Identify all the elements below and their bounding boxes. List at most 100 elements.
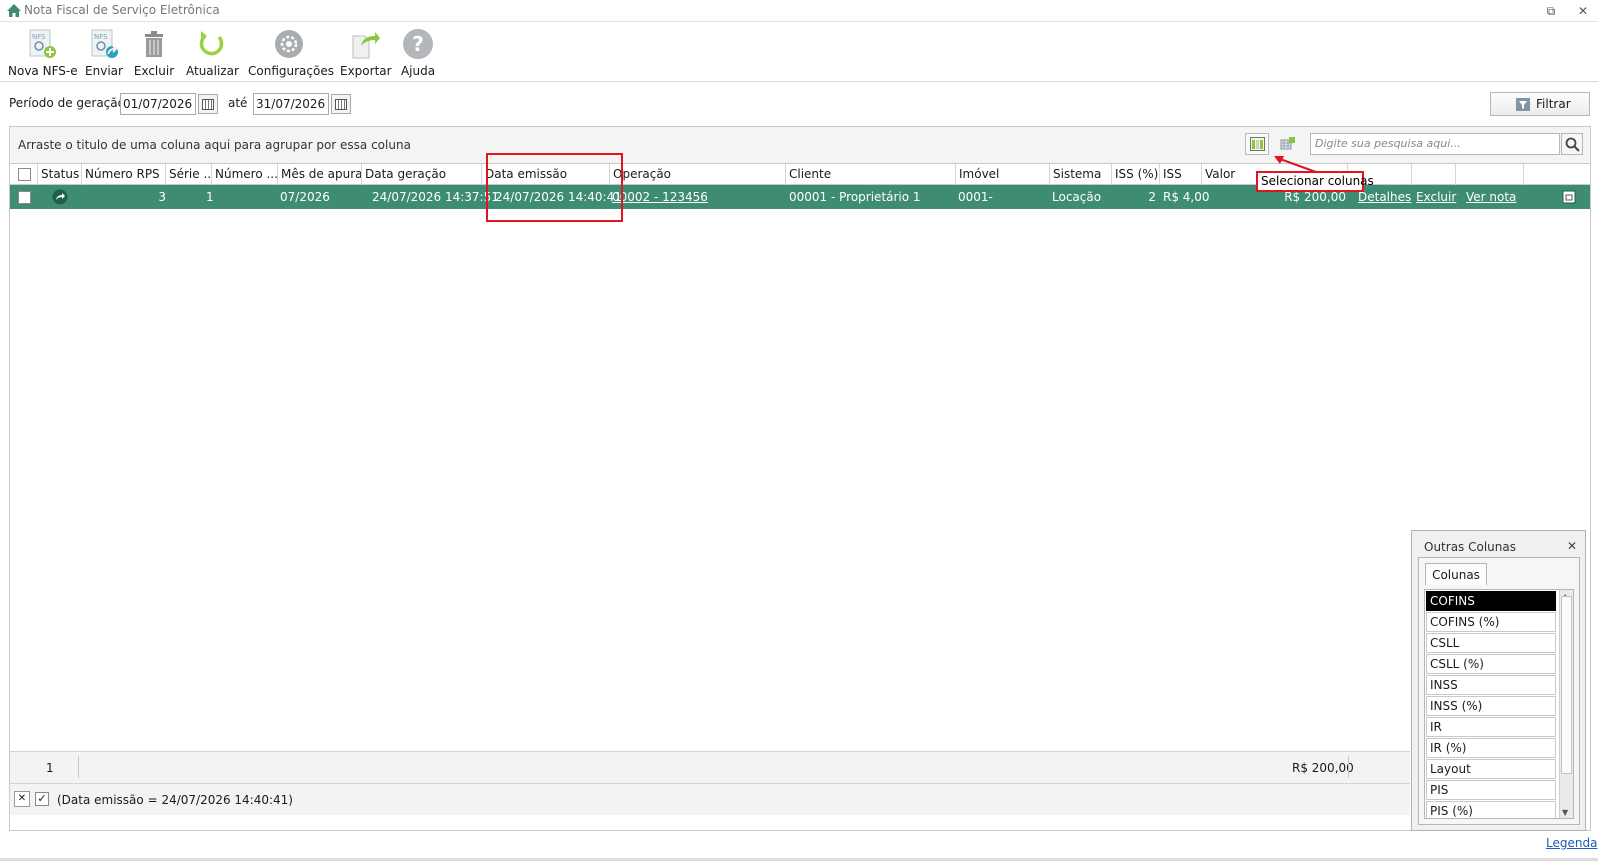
cell-mes: 07/2026 [280,190,330,204]
list-item[interactable]: IR [1426,717,1556,737]
columns-icon [1250,137,1265,151]
detalhes-link[interactable]: Detalhes [1358,190,1411,204]
col-operacao[interactable]: Operação [610,164,786,185]
col-cliente[interactable]: Cliente [786,164,956,185]
document-icon[interactable] [1562,190,1576,204]
list-item[interactable]: COFINS (%) [1426,612,1556,632]
row-checkbox[interactable] [18,191,31,204]
list-item[interactable]: PIS (%) [1426,801,1556,818]
col-serie[interactable]: Série ... [166,164,212,185]
col-mes-apuracao[interactable]: Mês de apura... [278,164,362,185]
cell-numero-rps: 3 [158,190,166,204]
list-scrollbar[interactable]: ▲ ▼ [1559,590,1573,818]
period-to-input[interactable]: 31/07/2026 [253,93,329,115]
footer-divider [78,756,79,778]
excluir-link[interactable]: Excluir [1416,190,1456,204]
svg-text:NFS: NFS [32,33,46,41]
cell-iss-pct: 2 [1148,190,1156,204]
export-button[interactable]: Exportar [340,26,392,80]
help-button[interactable]: ? Ajuda [400,26,436,80]
annotation-arrow [1274,156,1317,173]
tooltip-selecionar-colunas: Selecionar colunas [1256,171,1374,192]
cell-valor: R$ 200,00 [1284,190,1346,204]
list-item[interactable]: CSLL (%) [1426,654,1556,674]
new-nfse-icon: NFS [29,29,56,58]
sent-status-icon [52,189,68,205]
close-icon[interactable]: ✕ [1576,4,1590,18]
group-panel[interactable]: Arraste o titulo de uma coluna aqui para… [10,127,1590,163]
filter-button[interactable]: Filtrar [1490,92,1590,116]
cell-iss: R$ 4,00 [1163,190,1210,204]
gear-icon [275,30,303,58]
filter-label: Filtrar [1536,97,1571,111]
list-item[interactable]: CSLL [1426,633,1556,653]
col-status[interactable]: Status [38,164,82,185]
help-icon: ? [403,29,433,59]
send-button[interactable]: NFS Enviar [84,26,124,80]
list-item[interactable]: PIS [1426,780,1556,800]
close-icon[interactable]: ✕ [1567,539,1577,553]
select-all-checkbox[interactable] [18,168,31,181]
search-input[interactable]: Digite sua pesquisa aqui... [1310,133,1560,155]
calendar-icon [335,99,347,110]
settings-button[interactable]: Configurações [248,26,334,80]
list-item[interactable]: Layout [1426,759,1556,779]
new-nfse-label: Nova NFS-e [8,64,78,78]
refresh-label: Atualizar [186,64,239,78]
filter-enabled-checkbox[interactable]: ✓ [35,792,49,806]
export-icon [352,32,380,59]
grid-options-icon[interactable] [1280,136,1296,150]
home-icon [7,4,21,17]
search-button[interactable] [1561,133,1583,155]
ver-nota-link[interactable]: Ver nota [1466,190,1516,204]
help-label: Ajuda [400,64,436,78]
select-all-cell [10,164,38,185]
period-from-input[interactable]: 01/07/2026 [120,93,196,115]
restore-icon[interactable]: ⧉ [1544,4,1558,18]
nfse-grid: Arraste o titulo de uma coluna aqui para… [9,126,1591,831]
cell-operacao-link[interactable]: 00002 - 123456 [612,190,708,204]
col-ver-nota [1456,164,1524,185]
col-sistema[interactable]: Sistema [1050,164,1112,185]
clear-filter-button[interactable]: ✕ [14,791,30,807]
period-label: Período de geração: [9,96,130,110]
hidden-columns-list: COFINS COFINS (%) CSLL CSLL (%) INSS INS… [1424,589,1574,819]
col-numero-rps[interactable]: Número RPS [82,164,166,185]
title-bar: Nota Fiscal de Serviço Eletrônica ⧉ ✕ [0,0,1598,22]
calendar-from-button[interactable] [198,94,218,114]
window-title: Nota Fiscal de Serviço Eletrônica [24,3,220,17]
list-item[interactable]: COFINS [1426,591,1556,611]
new-nfse-button[interactable]: NFS Nova NFS-e [8,26,78,80]
delete-button[interactable]: Excluir [132,26,176,80]
col-iss[interactable]: ISS [1160,164,1202,185]
tab-colunas[interactable]: Colunas [1425,563,1487,585]
send-icon: NFS [91,29,118,58]
column-chooser-button[interactable] [1245,133,1269,155]
list-item[interactable]: INSS (%) [1426,696,1556,716]
scrollbar-thumb[interactable] [1561,596,1572,774]
list-item[interactable]: IR (%) [1426,738,1556,758]
annotation-highlight-data-emissao [486,153,623,222]
col-iss-pct[interactable]: ISS (%) [1112,164,1160,185]
filter-panel: ✕ ✓ (Data emissão = 24/07/2026 14:40:41) [10,783,1410,815]
tooltip-text: Selecionar colunas [1261,174,1374,188]
col-data-geracao[interactable]: Data geração [362,164,482,185]
outras-colunas-panel: Outras Colunas ✕ Colunas COFINS COFINS (… [1411,530,1586,831]
col-numero[interactable]: Número ... [212,164,278,185]
period-to-label: até [228,96,248,110]
footer-count: 1 [46,761,54,775]
cell-serie: 1 [206,190,214,204]
footer-total: R$ 200,00 [1292,761,1354,775]
send-label: Enviar [85,64,123,78]
legenda-link[interactable]: Legenda [1546,836,1597,850]
cell-cliente: 00001 - Proprietário 1 [789,190,921,204]
calendar-to-button[interactable] [331,94,351,114]
col-imovel[interactable]: Imóvel [956,164,1050,185]
refresh-button[interactable]: Atualizar [186,26,239,80]
list-item[interactable]: INSS [1426,675,1556,695]
period-filter-bar: Período de geração: 01/07/2026 até 31/07… [0,85,1598,121]
toolbar: NFS Nova NFS-e NFS Enviar Excluir Atuali… [0,22,1598,82]
filter-expression[interactable]: (Data emissão = 24/07/2026 14:40:41) [57,793,293,807]
refresh-icon [199,31,224,56]
scroll-down-icon[interactable]: ▼ [1562,808,1568,817]
